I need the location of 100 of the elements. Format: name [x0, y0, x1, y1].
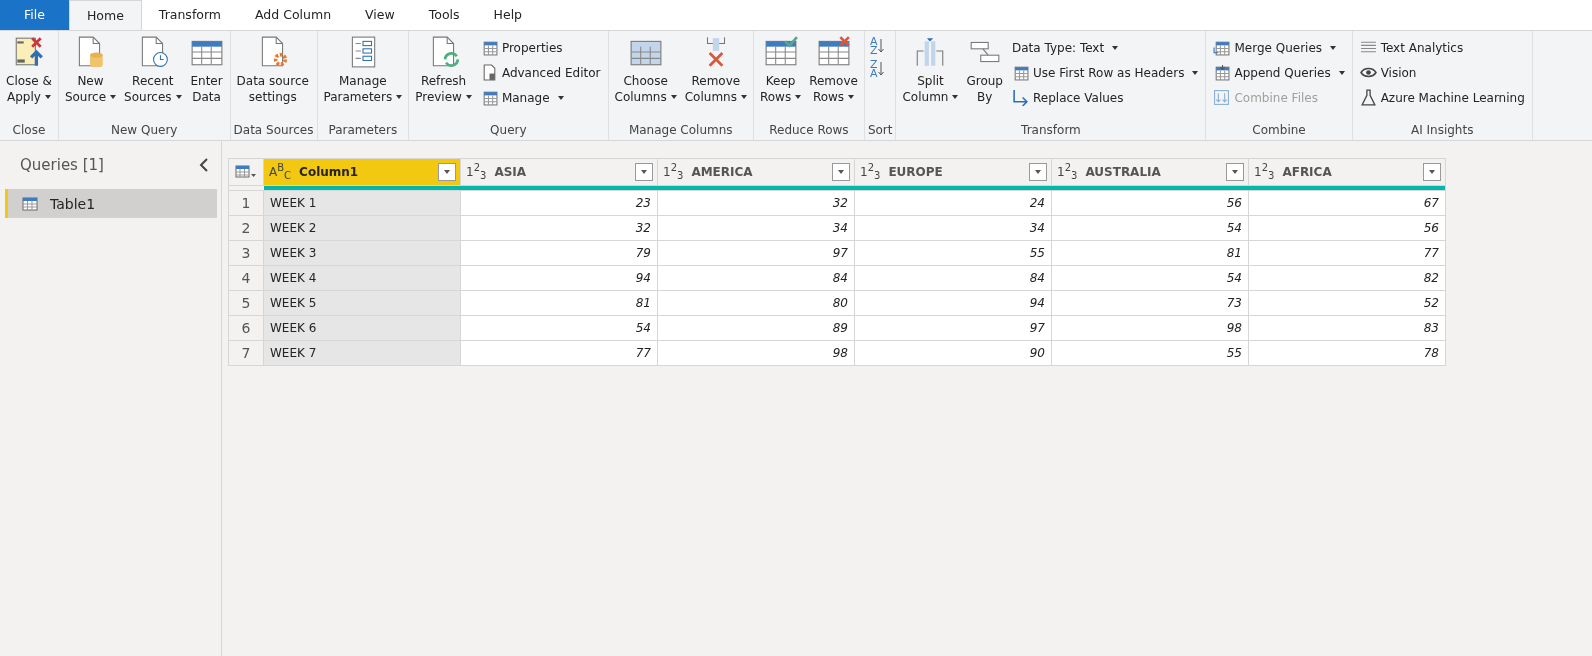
filter-dropdown-button[interactable] — [635, 163, 653, 181]
ribbon-button[interactable]: Text Analytics — [1359, 37, 1525, 58]
column-header[interactable]: 1$^{2}$$_{3}$ AMERICA — [657, 158, 855, 186]
ribbon-button[interactable]: Recent Sources — [121, 35, 185, 105]
caret-icon — [670, 95, 677, 99]
group-label: AI Insights — [1409, 123, 1475, 139]
query-item[interactable]: Table1 — [5, 189, 217, 218]
chevron-left-icon[interactable] — [199, 158, 209, 172]
ribbon-button[interactable]: Manage — [480, 87, 601, 108]
caret-icon — [465, 95, 472, 99]
group-label: Data Sources — [233, 123, 314, 139]
table-cell: 77 — [460, 340, 658, 366]
group-label: Sort — [867, 123, 893, 139]
row-number: 1 — [228, 190, 264, 216]
table-cell: WEEK 5 — [263, 290, 461, 316]
ribbon-button[interactable]: Azure Machine Learning — [1359, 87, 1525, 108]
table-cell: 94 — [854, 290, 1052, 316]
column-name: Column1 — [299, 165, 360, 179]
table-cell: WEEK 6 — [263, 315, 461, 341]
ribbon-button[interactable]: New Source — [61, 35, 120, 105]
ribbon-button[interactable]: Refresh Preview — [412, 35, 475, 105]
down-arrow-icon — [877, 61, 884, 78]
ribbon-button[interactable]: Data Type: Text — [1012, 37, 1199, 58]
group-label: Manage Columns — [627, 123, 734, 139]
column-header[interactable]: A$^{B}$$_{C}$ Column1 — [263, 158, 461, 186]
combine-files-icon — [1213, 89, 1231, 106]
caret-icon — [952, 95, 959, 99]
table-cell: 34 — [657, 215, 855, 241]
ribbon-button[interactable]: Use First Row as Headers — [1012, 62, 1199, 83]
table-cell: 55 — [854, 240, 1052, 266]
column-name: AFRICA — [1282, 165, 1333, 179]
group-label: Parameters — [327, 123, 399, 139]
ribbon-button[interactable]: Remove Columns — [681, 35, 750, 105]
table-cell: 81 — [460, 290, 658, 316]
column-name: AMERICA — [691, 165, 754, 179]
table-menu-button[interactable] — [228, 158, 264, 186]
ribbon-button[interactable]: Append Queries — [1213, 62, 1345, 83]
column-header[interactable]: 1$^{2}$$_{3}$ AFRICA — [1248, 158, 1446, 186]
ribbon-button[interactable]: Close & Apply — [3, 35, 55, 105]
ribbon-button[interactable]: Replace Values — [1012, 87, 1199, 108]
table-cell: 56 — [1051, 190, 1249, 216]
group-label: Reduce Rows — [768, 123, 850, 139]
ribbon-tab[interactable]: Transform — [141, 0, 239, 30]
row-number: 5 — [228, 290, 264, 316]
ribbon-button[interactable]: Choose Columns — [611, 35, 680, 105]
filter-dropdown-button[interactable] — [832, 163, 850, 181]
table-cell: 78 — [1248, 340, 1446, 366]
replace-arrow-icon — [1012, 89, 1029, 106]
ribbon-button[interactable]: Advanced Editor — [480, 62, 601, 83]
ribbon-button[interactable]: Remove Rows — [806, 35, 861, 105]
row-number: 6 — [228, 315, 264, 341]
filter-dropdown-button[interactable] — [1029, 163, 1047, 181]
table-cell: 23 — [460, 190, 658, 216]
sort-button[interactable]: ZA — [869, 59, 884, 79]
table-cell: 54 — [460, 315, 658, 341]
caret-icon — [848, 95, 855, 99]
table-cell: 82 — [1248, 265, 1446, 291]
ribbon-tab[interactable]: Add Column — [238, 0, 349, 30]
caret-icon — [557, 95, 564, 100]
filter-dropdown-button[interactable] — [438, 163, 456, 181]
ribbon-tab[interactable]: Tools — [411, 0, 477, 30]
ribbon-tab[interactable]: Home — [68, 0, 142, 30]
table-cell: 67 — [1248, 190, 1446, 216]
ribbon-tab[interactable]: File — [0, 0, 69, 30]
ribbon-button[interactable]: Split Column — [899, 35, 962, 105]
table-cell: 32 — [657, 190, 855, 216]
group-label: Query — [489, 123, 528, 139]
caret-icon — [396, 95, 403, 99]
table-icon — [235, 165, 257, 179]
table-cell: 56 — [1248, 215, 1446, 241]
ribbon-button[interactable]: Vision — [1359, 62, 1525, 83]
table-cell: 98 — [1051, 315, 1249, 341]
filter-dropdown-button[interactable] — [1226, 163, 1244, 181]
ribbon-button[interactable]: Group By — [963, 35, 1006, 105]
column-header[interactable]: 1$^{2}$$_{3}$ EUROPE — [854, 158, 1052, 186]
ribbon-tab[interactable]: Help — [476, 0, 540, 30]
filter-dropdown-button[interactable] — [1423, 163, 1441, 181]
table-cell: 79 — [460, 240, 658, 266]
table-icon — [1012, 64, 1029, 81]
table-cell: 94 — [460, 265, 658, 291]
sort-button[interactable]: AZ — [869, 37, 884, 56]
caret-icon — [795, 95, 802, 99]
table-cell: 84 — [657, 265, 855, 291]
ribbon-button[interactable]: Properties — [480, 37, 601, 58]
table-cell: 73 — [1051, 290, 1249, 316]
down-arrow-icon — [877, 38, 884, 55]
column-header[interactable]: 1$^{2}$$_{3}$ AUSTRALIA — [1051, 158, 1249, 186]
group-label: Combine — [1251, 123, 1307, 139]
ribbon-button[interactable]: Manage Parameters — [320, 35, 406, 105]
ribbon-button[interactable]: Data source settings — [233, 35, 312, 105]
ribbon-button[interactable]: Keep Rows — [756, 35, 805, 105]
ribbon-button[interactable]: Merge Queries — [1213, 37, 1345, 58]
table-cell: 54 — [1051, 265, 1249, 291]
table-cell: 77 — [1248, 240, 1446, 266]
table-cell: 55 — [1051, 340, 1249, 366]
column-header[interactable]: 1$^{2}$$_{3}$ ASIA — [460, 158, 658, 186]
pane-title: Queries [1] — [20, 156, 104, 174]
ribbon-button[interactable]: Enter Data — [186, 35, 227, 105]
row-number: 3 — [228, 240, 264, 266]
ribbon-tab[interactable]: View — [348, 0, 412, 30]
